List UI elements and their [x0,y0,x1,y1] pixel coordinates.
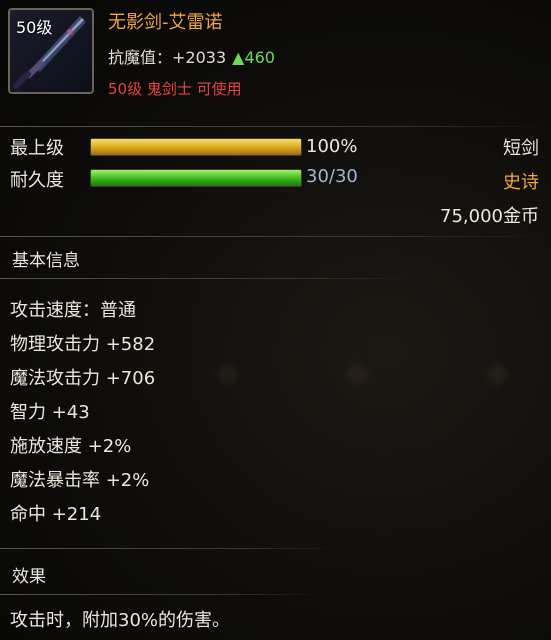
grade-value: 100% [306,136,358,157]
magic-resist-bonus: ▲460 [232,48,275,67]
stat-cast-speed: 施放速度 +2% [10,436,132,457]
price: 75,000金币 [440,206,539,227]
divider [0,278,420,279]
stat-attack-speed: 攻击速度：普通 [10,300,136,321]
divider [0,594,320,595]
rarity: 史诗 [503,172,539,193]
divider [0,126,551,127]
grade-bar [90,138,302,156]
basic-info-title: 基本信息 [12,251,80,271]
durability-label: 耐久度 [10,170,64,191]
level-badge: 50级 [16,18,53,37]
grade-bar-fill [91,139,301,155]
stat-intelligence: 智力 +43 [10,402,90,423]
divider [0,236,551,237]
background-decoration: ◆ [214,352,241,392]
stat-hit-rate: 命中 +214 [10,504,102,525]
durability-bar-fill [91,170,301,186]
grade-label: 最上级 [10,138,64,159]
stat-magic-crit: 魔法暴击率 +2% [10,470,150,491]
effect-title: 效果 [12,567,46,587]
effect-text: 攻击时，附加30%的伤害。 [10,610,231,631]
durability-bar [90,169,302,187]
background-decoration: ◆ [484,352,511,392]
stat-magic-attack: 魔法攻击力 +706 [10,368,156,389]
magic-resist-label: 抗魔值：+2033 [108,48,227,67]
stat-physical-attack: 物理攻击力 +582 [10,334,156,355]
divider [0,548,340,549]
item-tooltip: ◆ ◆ ◆ 50级 无影剑-艾雷诺 抗魔值：+2033 ▲460 50级 鬼剑士 … [0,0,551,640]
durability-value: 30/30 [306,166,358,187]
background-decoration: ◆ [344,352,371,392]
item-name: 无影剑-艾雷诺 [108,12,223,33]
requirement-text: 50级 鬼剑士 可使用 [108,80,242,98]
item-icon: 50级 [8,8,94,94]
weapon-type: 短剑 [503,138,539,159]
magic-resist-line: 抗魔值：+2033 ▲460 [108,44,275,68]
